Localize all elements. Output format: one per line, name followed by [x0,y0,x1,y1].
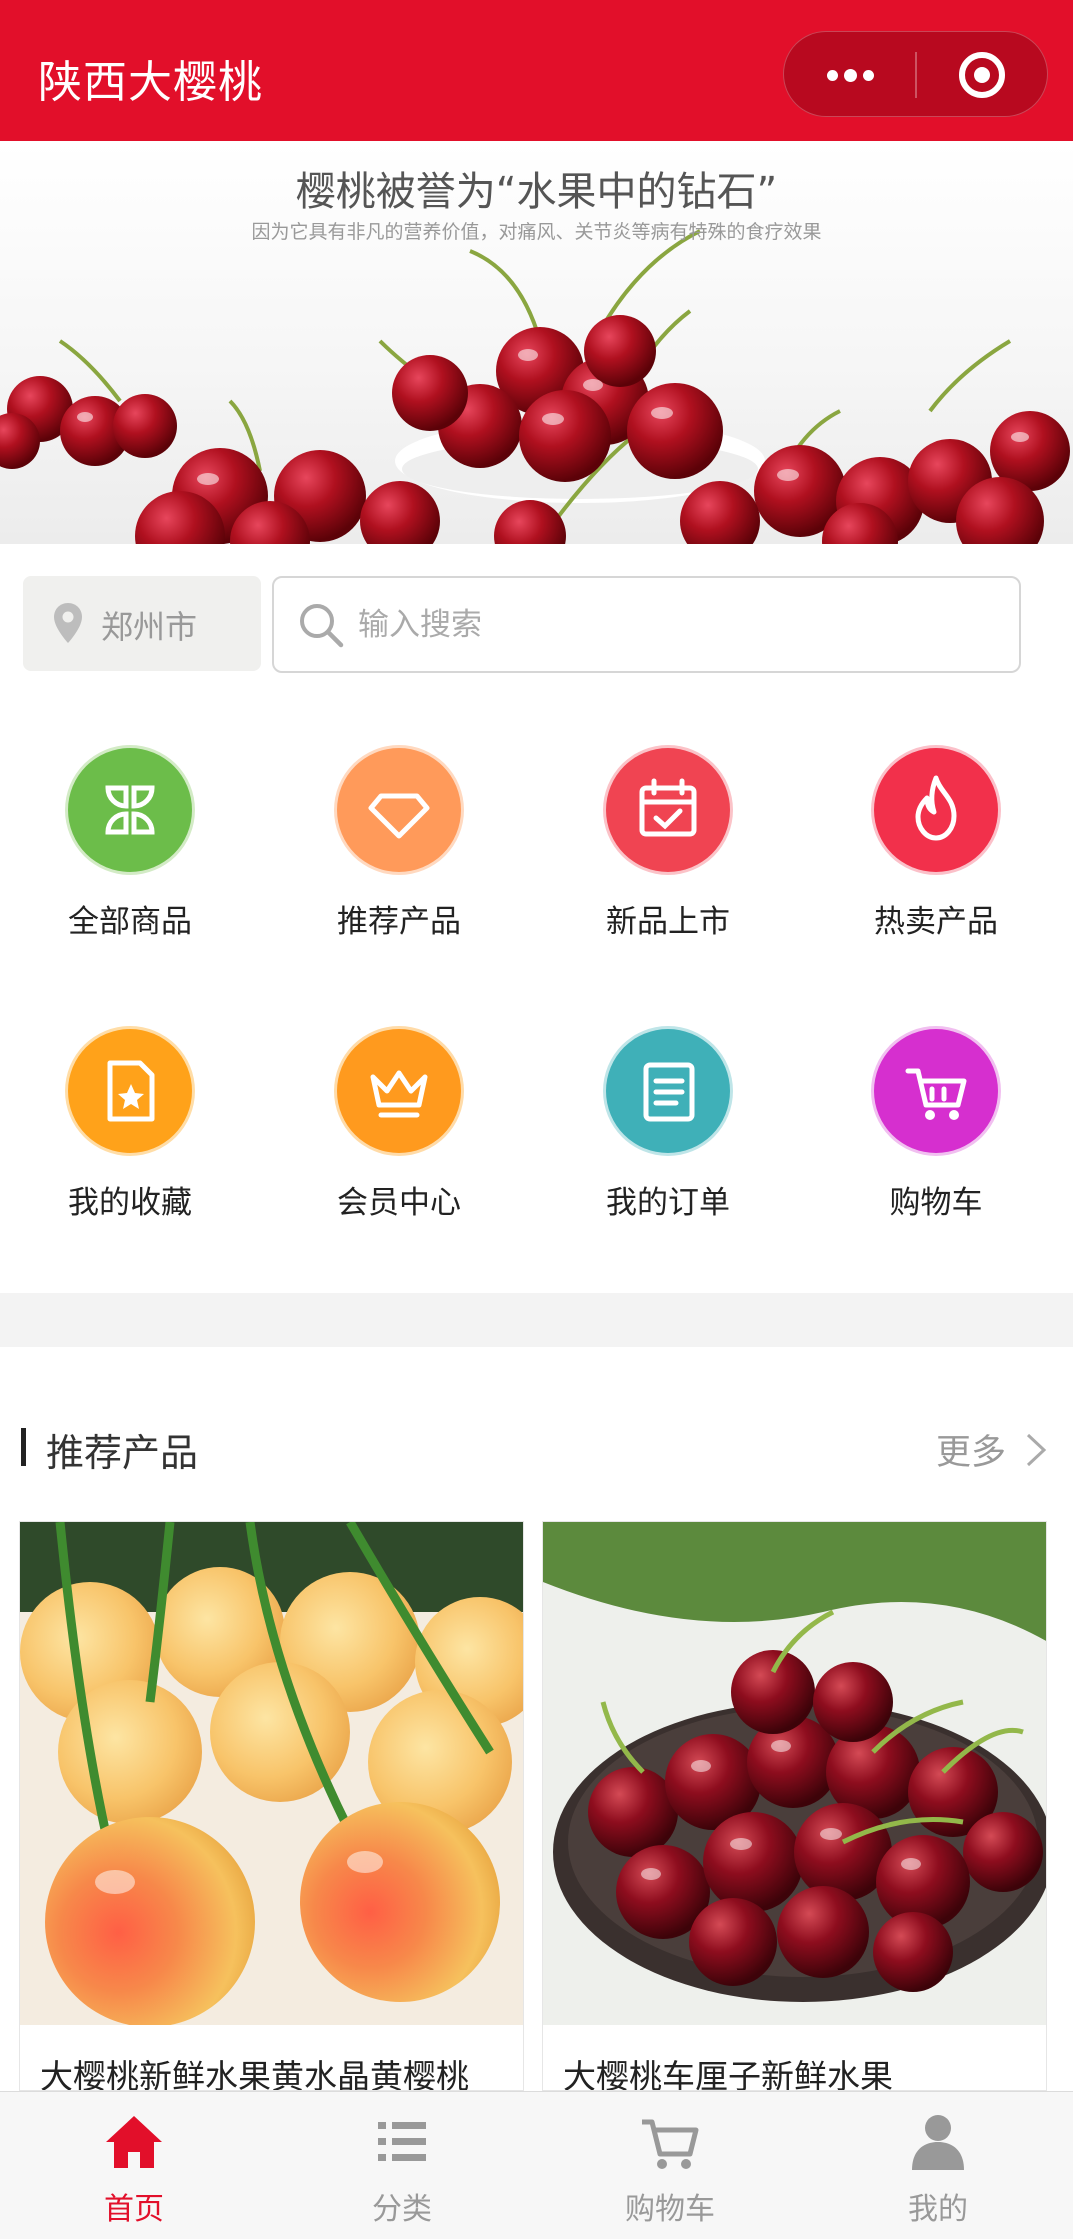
category-member-center[interactable]: 会员中心 [299,1029,499,1229]
star-document-icon [68,1029,192,1153]
cart-icon [874,1029,998,1153]
cart-icon [642,2119,699,2169]
tab-cart[interactable]: 购物车 [536,2092,804,2239]
category-label: 热卖产品 [874,904,998,940]
more-button[interactable] [784,32,915,118]
tab-category[interactable]: 分类 [268,2092,536,2239]
search-icon [300,604,344,648]
target-close-icon [959,52,1005,98]
category-label: 推荐产品 [337,904,461,940]
tab-label: 首页 [104,2192,164,2227]
product-image [20,1522,523,2025]
bottom-tab-bar: 首页 分类 购物车 我的 [0,2091,1073,2239]
category-hot-selling[interactable]: 热卖产品 [836,748,1036,948]
category-favorites[interactable]: 我的收藏 [30,1029,230,1229]
tab-label: 购物车 [625,2192,715,2227]
more-dots-icon [827,70,838,81]
diamond-icon [337,748,461,872]
category-label: 我的收藏 [68,1185,192,1221]
tab-home[interactable]: 首页 [0,2092,268,2239]
mini-program-capsule [783,31,1048,117]
category-new-arrivals[interactable]: 新品上市 [568,748,768,948]
category-label: 我的订单 [606,1185,730,1221]
page-title: 陕西大樱桃 [38,57,263,108]
section-divider [0,1293,1073,1347]
product-name: 大樱桃新鲜水果黄水晶黄樱桃 [40,2057,469,2091]
home-icon [106,2116,162,2168]
location-pin-icon [54,603,82,643]
chevron-right-icon[interactable] [1024,1432,1048,1468]
category-label: 新品上市 [606,904,730,940]
order-list-icon [606,1029,730,1153]
category-shopping-cart[interactable]: 购物车 [836,1029,1036,1229]
category-label: 会员中心 [337,1185,461,1221]
banner-subline: 因为它具有非凡的营养价值，对痛风、关节炎等病有特殊的食疗效果 [251,221,822,243]
city-label: 郑州市 [101,608,198,646]
more-link[interactable]: 更多 [936,1424,1006,1475]
product-card[interactable]: 大樱桃车厘子新鲜水果 [542,1521,1047,2091]
leaf-grid-icon [68,748,192,872]
category-label: 全部商品 [68,904,192,940]
search-bar[interactable] [272,576,1021,673]
tab-label: 我的 [908,2192,968,2227]
city-selector[interactable]: 郑州市 [23,576,261,671]
app-header: 陕西大樱桃 [0,0,1073,141]
product-name: 大樱桃车厘子新鲜水果 [563,2057,893,2091]
crown-icon [337,1029,461,1153]
calendar-check-icon [606,748,730,872]
category-list-icon [378,2122,426,2161]
banner-headline: 樱桃被誉为“水果中的钻石” [295,169,778,215]
flame-icon [874,748,998,872]
close-button[interactable] [917,32,1049,118]
search-input[interactable] [358,598,998,652]
promo-banner[interactable]: 樱桃被誉为“水果中的钻石” 因为它具有非凡的营养价值，对痛风、关节炎等病有特殊的… [0,141,1073,544]
section-marker [21,1428,26,1466]
section-title: 推荐产品 [46,1431,199,1475]
tab-label: 分类 [372,2192,432,2227]
tab-profile[interactable]: 我的 [804,2092,1072,2239]
product-image [543,1522,1046,2025]
category-label: 购物车 [889,1185,983,1221]
product-card[interactable]: 大樱桃新鲜水果黄水晶黄樱桃 [19,1521,524,2091]
category-all-products[interactable]: 全部商品 [30,748,230,948]
category-recommended[interactable]: 推荐产品 [299,748,499,948]
user-icon [912,2115,964,2170]
category-my-orders[interactable]: 我的订单 [568,1029,768,1229]
